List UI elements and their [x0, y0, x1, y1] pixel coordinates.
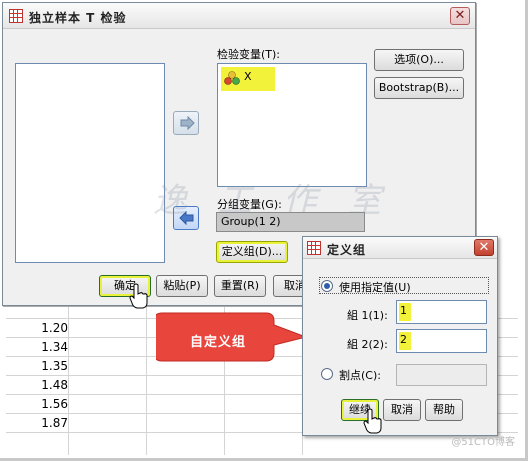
reset-button[interactable]: 重置(R) — [214, 275, 266, 297]
callout-text: 自定义组 — [190, 335, 247, 350]
screenshot-page: 1.20 1.34 1.35 1.48 1.56 1.87 独立样本 T 检验 … — [0, 0, 528, 461]
grouping-variable-field[interactable]: Group(1 2) — [216, 212, 365, 232]
grouping-variable-label: 分组变量(G): — [217, 198, 282, 211]
group1-value: 1 — [400, 304, 407, 317]
cutpoint-radio[interactable] — [321, 368, 333, 380]
test-variable-list[interactable]: X — [217, 63, 367, 187]
site-watermark: @51CTO博客 — [451, 437, 515, 448]
cell-value[interactable]: 1.87 — [12, 416, 68, 430]
hand-cursor-icon — [363, 408, 382, 434]
cutpoint-label: 割点(C): — [339, 369, 381, 382]
move-to-test-button[interactable] — [173, 111, 199, 135]
cutpoint-input[interactable] — [396, 364, 487, 386]
dialog-title: 独立样本 T 检验 — [29, 11, 127, 25]
test-variable-item[interactable]: X — [244, 70, 252, 83]
help-button[interactable]: 帮助 — [425, 399, 463, 421]
bootstrap-button[interactable]: Bootstrap(B)... — [374, 77, 464, 99]
group2-input[interactable]: 2 — [396, 329, 487, 353]
group2-label: 組 2(2): — [347, 338, 388, 351]
subdialog-titlebar[interactable]: 定义组 ✕ — [303, 237, 497, 259]
close-button[interactable]: ✕ — [450, 7, 470, 25]
options-button[interactable]: 选项(O)... — [374, 49, 464, 71]
table-icon — [307, 241, 321, 255]
arrow-right-icon — [180, 116, 195, 130]
cell-value[interactable]: 1.35 — [12, 359, 68, 373]
test-variable-label: 检验变量(T): — [217, 48, 281, 61]
table-icon — [9, 9, 23, 23]
define-groups-dialog: 定义组 ✕ 使用指定值(U) 組 1(1): 1 組 2(2): 2 割点(C)… — [302, 236, 498, 436]
subdialog-close-button[interactable]: ✕ — [474, 239, 494, 256]
use-specified-values-radio[interactable] — [321, 280, 333, 292]
annotation-callout: 自定义组 — [156, 311, 308, 363]
group1-input[interactable]: 1 — [396, 300, 487, 324]
paste-button[interactable]: 粘贴(P) — [156, 275, 208, 297]
hand-cursor-icon — [129, 283, 148, 309]
cell-value[interactable]: 1.48 — [12, 378, 68, 392]
group1-label: 組 1(1): — [347, 309, 388, 322]
cell-value[interactable]: 1.56 — [12, 397, 68, 411]
cell-value[interactable]: 1.20 — [12, 321, 68, 335]
subdialog-cancel-button[interactable]: 取消 — [383, 399, 421, 421]
scale-variable-icon — [224, 71, 240, 85]
use-specified-values-label: 使用指定值(U) — [339, 281, 411, 294]
source-variable-list[interactable] — [15, 63, 165, 263]
cell-value[interactable]: 1.34 — [12, 340, 68, 354]
subdialog-title: 定义组 — [327, 243, 367, 257]
group2-value: 2 — [400, 333, 407, 346]
define-groups-button[interactable]: 定义组(D)... — [216, 241, 288, 263]
dialog-titlebar[interactable]: 独立样本 T 检验 ✕ — [3, 3, 475, 29]
